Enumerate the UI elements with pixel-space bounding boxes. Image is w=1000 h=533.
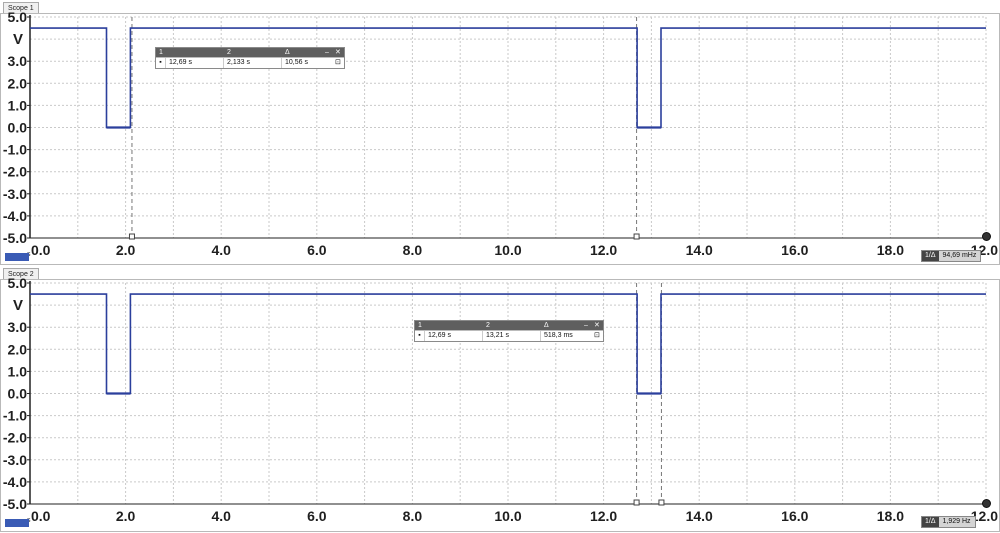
y-tick-label: -3.0	[3, 186, 27, 202]
y-tick-label: -2.0	[3, 430, 27, 446]
measurement-col1-header: 1	[159, 49, 163, 56]
x-tick-label: 18.0	[877, 242, 904, 258]
scope-panel-2: Scope 2 5.0 3.0 2.0 1.0 0.0 -1.0 -2.0 -3.0 -4.0-…	[0, 266, 1000, 533]
channel-badge[interactable]	[5, 519, 29, 527]
delta-value: 518,3 ms	[544, 332, 573, 339]
y-tick-label: 5.0	[8, 9, 28, 25]
cursor-handle-2	[658, 499, 665, 506]
measurement-delta-header: Δ	[544, 322, 549, 329]
zoom-icon[interactable]	[982, 499, 991, 508]
frequency-label: 1/Δ	[922, 251, 939, 261]
close-button[interactable]: ✕	[332, 48, 344, 57]
y-tick-label: -3.0	[3, 452, 27, 468]
y-tick-label: -4.0	[3, 474, 27, 490]
cursor-handle-2	[128, 233, 135, 240]
y-tick-label: -2.0	[3, 164, 27, 180]
y-unit-label: V	[13, 31, 23, 48]
x-tick-label: 0.0	[31, 242, 51, 258]
x-tick-label: 4.0	[211, 508, 231, 524]
y-tick-label: 1.0	[8, 363, 28, 379]
cursor-handle-1	[633, 233, 640, 240]
measurement-menu-icon[interactable]: ▪	[415, 331, 425, 341]
measurement-menu-icon[interactable]: ▪	[156, 58, 166, 68]
x-tick-label: 8.0	[403, 242, 423, 258]
y-tick-label: -5.0	[3, 230, 27, 246]
y-tick-label: 0.0	[8, 120, 28, 136]
frequency-label: 1/Δ	[922, 517, 939, 527]
frequency-readout: 1/Δ 94,69 mHz	[921, 250, 982, 262]
x-tick-label: 18.0	[877, 508, 904, 524]
y-tick-label: 0.0	[8, 386, 28, 402]
measurement-col1-header: 1	[418, 322, 422, 329]
measurement-delta-header: Δ	[285, 49, 290, 56]
x-tick-label: 2.0	[116, 508, 136, 524]
scope-frame-1: 5.0 3.0 2.0 1.0 0.0 -1.0 -2.0 -3.0 -4.0 -5.0 V 0.0 2…	[0, 9, 1000, 265]
y-tick-label: 3.0	[8, 53, 28, 69]
delta-value: 10,56 s	[285, 59, 308, 66]
x-tick-label: 16.0	[781, 242, 808, 258]
x-tick-label: 8.0	[403, 508, 423, 524]
y-tick-label: 5.0	[8, 275, 28, 291]
scope-panel-1: Scope 1 5.0 3.0 2.0 1.0 0.0 -1.0 -2.0 -3.0 -4.0-…	[0, 0, 1000, 265]
frequency-value: 94,69 mHz	[942, 252, 977, 259]
x-tick-label: 14.0	[686, 508, 713, 524]
x-tick-label: 12.0	[590, 508, 617, 524]
measurement-col2-header: 2	[227, 49, 231, 56]
measurement-box[interactable]: 1 2 Δ – ✕ ▪ 12,69 s 2,133 s 10,56 s ⊡	[155, 47, 345, 69]
x-tick-label: 0.0	[31, 508, 51, 524]
measurement-box[interactable]: 1 2 Δ – ✕ ▪ 12,69 s 13,21 s 518,3 ms ⊡	[414, 320, 604, 342]
cursor2-value: 13,21 s	[483, 331, 541, 341]
x-tick-label: 6.0	[307, 242, 327, 258]
minimize-button[interactable]: –	[322, 48, 332, 57]
y-tick-label: -4.0	[3, 208, 27, 224]
y-unit-label: V	[13, 297, 23, 314]
x-tick-label: 2.0	[116, 242, 136, 258]
scope-plot-2[interactable]: 5.0 3.0 2.0 1.0 0.0 -1.0 -2.0 -3.0 -4.0 -5.0 V 0.0 2…	[1, 275, 999, 531]
frequency-value: 1,929 Hz	[942, 518, 971, 525]
x-tick-label: 6.0	[307, 508, 327, 524]
frequency-readout: 1/Δ 1,929 Hz	[921, 516, 976, 528]
x-tick-label: 4.0	[211, 242, 231, 258]
x-tick-label: 14.0	[686, 242, 713, 258]
lock-icon[interactable]: ⊡	[591, 331, 601, 341]
x-tick-label: 12.0	[590, 242, 617, 258]
y-tick-label: 1.0	[8, 97, 28, 113]
channel-badge[interactable]	[5, 253, 29, 261]
y-tick-label: 2.0	[8, 341, 28, 357]
y-tick-label: -5.0	[3, 496, 27, 512]
cursor-handle-1	[633, 499, 640, 506]
y-tick-label: -1.0	[3, 142, 27, 158]
y-tick-label: 3.0	[8, 319, 28, 335]
y-tick-label: -1.0	[3, 408, 27, 424]
lock-icon[interactable]: ⊡	[332, 58, 342, 68]
scope-plot-1[interactable]: 5.0 3.0 2.0 1.0 0.0 -1.0 -2.0 -3.0 -4.0 -5.0 V 0.0 2…	[1, 9, 999, 264]
close-button[interactable]: ✕	[591, 321, 603, 330]
x-tick-label: 10.0	[494, 508, 521, 524]
scope-frame-2: 5.0 3.0 2.0 1.0 0.0 -1.0 -2.0 -3.0 -4.0 -5.0 V 0.0 2…	[0, 275, 1000, 532]
minimize-button[interactable]: –	[581, 321, 591, 330]
x-tick-label: 16.0	[781, 508, 808, 524]
cursor1-value: 12,69 s	[166, 58, 224, 68]
x-tick-label: 10.0	[494, 242, 521, 258]
cursor1-value: 12,69 s	[425, 331, 483, 341]
cursor2-value: 2,133 s	[224, 58, 282, 68]
zoom-icon[interactable]	[982, 232, 991, 241]
y-tick-label: 2.0	[8, 75, 28, 91]
measurement-col2-header: 2	[486, 322, 490, 329]
